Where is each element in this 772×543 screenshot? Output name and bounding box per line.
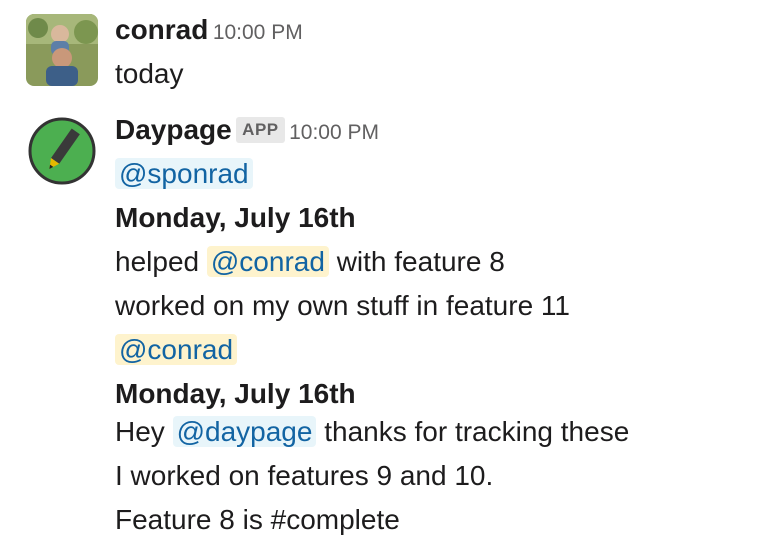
app-avatar[interactable] xyxy=(28,117,96,185)
text-segment: thanks for tracking these xyxy=(324,416,630,447)
message-line: I worked on features 9 and 10. xyxy=(115,460,494,491)
author-name[interactable]: conrad xyxy=(115,14,208,45)
user-mention[interactable]: @conrad xyxy=(206,246,329,277)
text-segment: helped xyxy=(115,246,200,277)
timestamp[interactable]: 10:00 PM xyxy=(213,21,303,44)
app-badge: APP xyxy=(236,117,285,143)
app-mention[interactable]: @daypage xyxy=(172,416,317,447)
message-line: Feature 8 is #complete xyxy=(115,504,400,535)
date-heading: Monday, July 16th xyxy=(115,202,356,233)
user-avatar[interactable] xyxy=(26,14,98,86)
author-name[interactable]: Daypage xyxy=(115,114,232,145)
message-line: worked on my own stuff in feature 11 xyxy=(115,290,570,321)
date-heading: Monday, July 16th xyxy=(115,378,356,409)
pencil-icon xyxy=(28,117,96,185)
message-text: today xyxy=(115,58,184,89)
timestamp[interactable]: 10:00 PM xyxy=(289,121,379,144)
message-line: helped @conrad with feature 8 xyxy=(115,246,505,278)
text-segment: Hey xyxy=(115,416,165,447)
message-line: Hey @daypage thanks for tracking these xyxy=(115,416,629,448)
user-mention[interactable]: @conrad xyxy=(115,334,238,365)
text-segment: with feature 8 xyxy=(336,246,505,277)
user-mention[interactable]: @sponrad xyxy=(115,158,253,189)
